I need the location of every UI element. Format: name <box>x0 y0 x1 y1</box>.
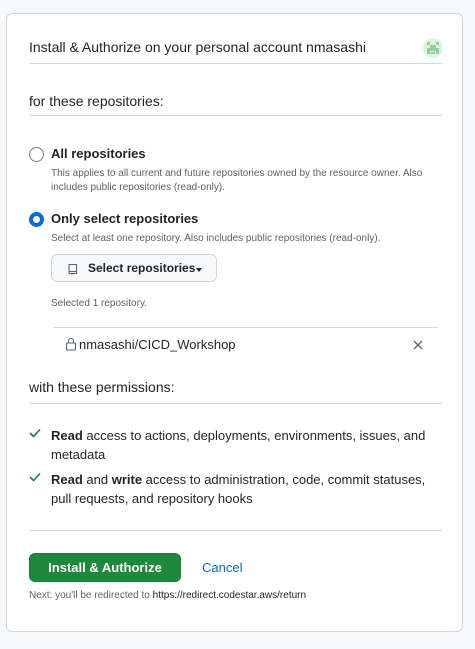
lock-icon <box>65 337 77 351</box>
radio-only-select-repositories-label[interactable]: Only select repositories <box>51 211 198 226</box>
permission-and-connector: and <box>82 472 112 487</box>
close-icon[interactable] <box>412 339 424 351</box>
permissions-section-title: with these permissions: <box>29 379 175 395</box>
account-header-title: Install & Authorize on your personal acc… <box>29 39 366 55</box>
radio-all-repositories-description: This applies to all current and future r… <box>51 168 423 193</box>
repo-icon <box>68 263 78 275</box>
header-divider <box>29 63 442 64</box>
avatar <box>423 38 443 58</box>
redirect-url: https://redirect.codestar.aws/return <box>152 590 307 601</box>
install-authorize-button[interactable]: Install & Authorize <box>29 553 181 582</box>
permission-item-read-text: Read access to actions, deployments, env… <box>51 426 439 464</box>
check-icon <box>29 428 41 438</box>
repositories-divider <box>29 115 442 116</box>
account-header: Install & Authorize on your personal acc… <box>29 38 443 66</box>
avatar-identicon-icon <box>423 38 443 58</box>
radio-only-select-repositories-description: Select at least one repository. Also inc… <box>51 233 381 244</box>
install-authorize-card: Install & Authorize on your personal acc… <box>6 13 463 632</box>
repositories-section-title: for these repositories: <box>29 93 164 109</box>
selected-repository-name: nmasashi/CICD_Workshop <box>79 337 236 352</box>
redirect-note-prefix: Next: you'll be redirected to <box>29 590 153 601</box>
cancel-link[interactable]: Cancel <box>202 560 242 575</box>
permission-write-label: write <box>111 472 143 487</box>
select-repositories-label: Select repositories <box>88 261 196 275</box>
redirect-note: Next: you'll be redirected to https://re… <box>29 590 306 601</box>
radio-only-select-repositories-input[interactable] <box>29 212 44 227</box>
actions-divider <box>29 530 442 531</box>
permission-read-scope: access to actions, deployments, environm… <box>51 428 426 462</box>
permissions-divider <box>29 403 442 404</box>
caret-down-icon <box>196 268 202 272</box>
permission-item-read-write-text: Read and write access to administration,… <box>51 470 439 508</box>
check-icon <box>29 472 41 482</box>
radio-all-repositories-label[interactable]: All repositories <box>51 146 146 161</box>
select-repositories-button[interactable]: Select repositories <box>51 254 217 282</box>
radio-all-repositories-input[interactable] <box>29 147 44 162</box>
permission-read-label: Read <box>51 472 83 487</box>
selected-repository-row: nmasashi/CICD_Workshop <box>53 327 438 361</box>
selected-repository-count: Selected 1 repository. <box>51 298 147 309</box>
permission-read-label: Read <box>51 428 83 443</box>
